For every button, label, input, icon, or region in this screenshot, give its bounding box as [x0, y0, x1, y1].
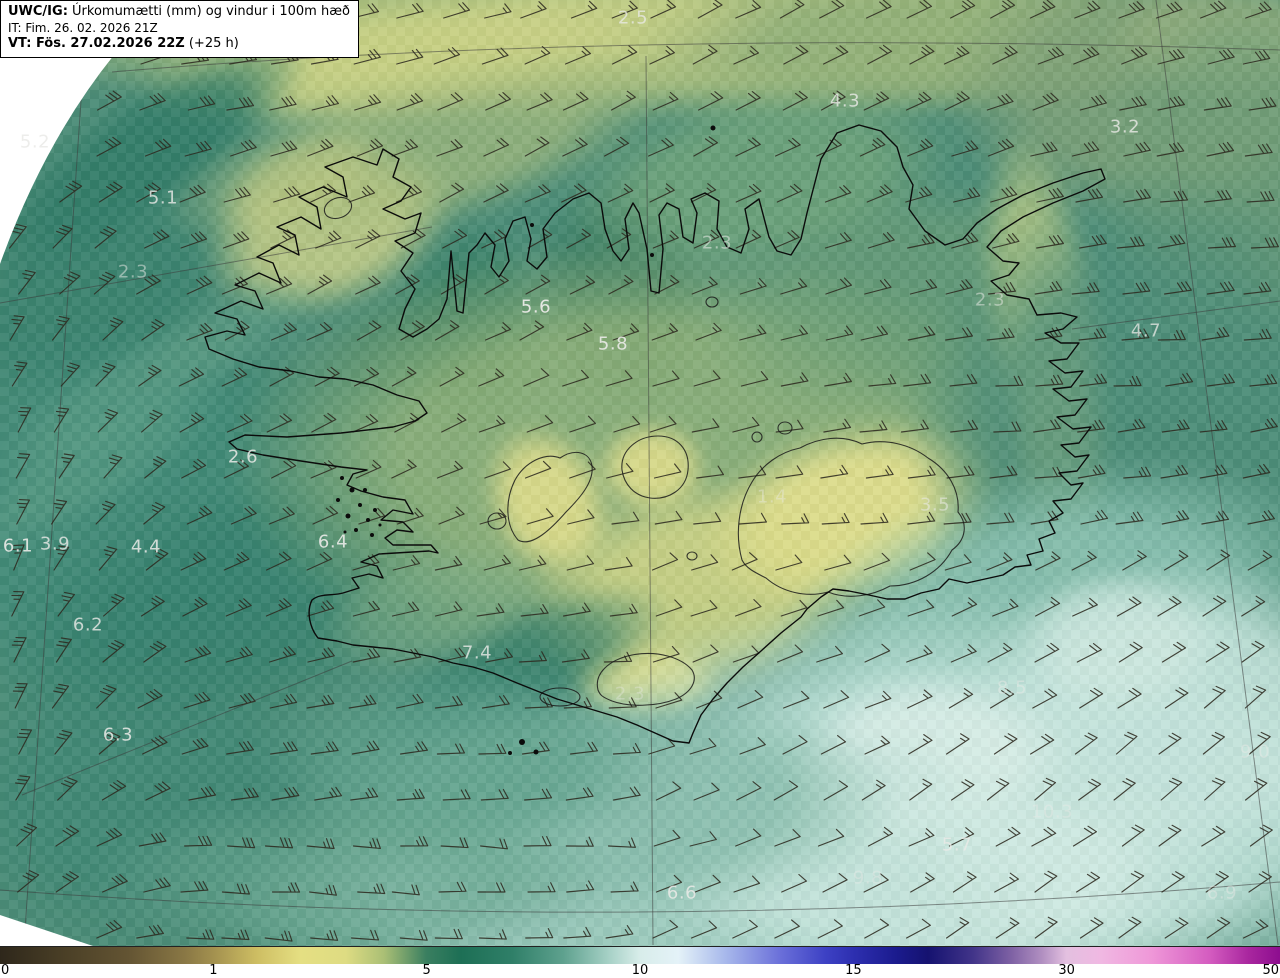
- precip-value-label: 6.9: [1206, 882, 1238, 904]
- glacier-outline: [737, 437, 965, 597]
- island-dot: [533, 749, 539, 755]
- island-dot: [340, 476, 344, 480]
- precip-value-label: 5.6: [520, 296, 552, 318]
- map-title-prefix: UWC/IG:: [8, 4, 68, 19]
- graticule-line: [1071, 300, 1280, 330]
- glacier-outline: [507, 451, 593, 543]
- island-dot: [354, 528, 358, 532]
- island-dot: [345, 513, 351, 519]
- domain-edge-mask: [0, 915, 93, 946]
- graticule-line: [645, 55, 654, 946]
- precip-value-label: 4.7: [1130, 320, 1162, 342]
- island-dot: [363, 488, 367, 492]
- colorbar-tick-label: 5: [422, 963, 431, 978]
- precip-value-label: 1.4: [756, 486, 788, 508]
- colorbar-tick-label: 15: [845, 963, 862, 978]
- island-dot: [373, 508, 377, 512]
- precip-value-label: 6.2: [72, 614, 104, 636]
- valid-time-offset: (+25 h): [184, 36, 239, 52]
- island-dot: [650, 253, 654, 257]
- precip-value-label: 2.6: [227, 446, 259, 468]
- island-dot: [366, 518, 370, 522]
- precip-value-label: 5.7: [941, 834, 973, 856]
- precip-value-label: 5.1: [147, 187, 179, 209]
- valid-time-main: VT: Fös. 27.02.2026 22Z: [8, 36, 185, 52]
- colorbar-tick-label: 1: [209, 963, 218, 978]
- init-time: IT: Fim. 26. 02. 2026 21Z: [8, 20, 158, 35]
- precip-value-label: 2.3: [614, 683, 646, 705]
- precip-value-label: 3.5: [919, 494, 951, 516]
- island-dot: [378, 523, 382, 527]
- precip-value-label: 3.9: [39, 533, 71, 555]
- map-title-text: Úrkomumætti (mm) og vindur i 100m hæð: [67, 4, 350, 19]
- precip-colorbar: [0, 946, 1280, 964]
- colorbar-ticks: 0 1 5 10 15 30 50: [0, 963, 1280, 978]
- precip-value-label: 7.4: [461, 642, 493, 664]
- glacier-outline: [777, 421, 793, 435]
- glacier-outline: [621, 435, 689, 499]
- precip-value-label: 3.2: [1109, 116, 1141, 138]
- island-dot: [519, 739, 525, 745]
- island-dot: [349, 487, 355, 493]
- graticule-line: [0, 226, 433, 304]
- map-overlay: [0, 0, 1280, 946]
- glacier-outline: [705, 296, 719, 308]
- glacier-outline: [686, 551, 698, 561]
- glacier-outline: [751, 431, 763, 443]
- island-dot: [530, 223, 534, 227]
- weather-map: 2.5 4.3 3.2 5.2 5.1 2.3 2.3 2.3 4.7 5.6 5.8 2.6 6.1 3…: [0, 0, 1280, 978]
- glacier-outline: [539, 687, 581, 707]
- precip-value-label: 6.3: [102, 724, 134, 746]
- precip-value-label: 6.4: [317, 531, 349, 553]
- colorbar-tick-label: 50: [1262, 963, 1279, 978]
- island-dot: [336, 498, 340, 502]
- precip-value-label: 9.0: [1239, 741, 1271, 763]
- precip-value-label: 2.3: [117, 261, 149, 283]
- precip-value-label: 9.8: [852, 867, 884, 889]
- precip-value-label: 10.3: [1030, 801, 1074, 823]
- graticule-line: [21, 660, 353, 796]
- precip-value-label: 5.8: [597, 333, 629, 355]
- wind-barbs: [9, 0, 1279, 942]
- precip-value-label: 6.1: [2, 535, 34, 557]
- precip-value-label: 2.3: [974, 289, 1006, 311]
- glacier-outline: [323, 196, 353, 220]
- valid-time: VT: Fös. 27.02.2026 22Z (+25 h): [8, 36, 350, 53]
- map-title: UWC/IG: Úrkomumætti (mm) og vindur i 100…: [8, 4, 350, 21]
- precip-value-label: 4.4: [130, 536, 162, 558]
- precip-value-label: 2.5: [617, 7, 649, 29]
- colorbar-tick-label: 30: [1058, 963, 1075, 978]
- island-dot: [508, 751, 512, 755]
- precip-value-label: 5.2: [19, 131, 51, 153]
- island-dot: [358, 503, 362, 507]
- graticule-line: [0, 881, 1280, 913]
- precip-value-label: 8.5: [996, 677, 1028, 699]
- precip-value-label: 6.6: [666, 882, 698, 904]
- precip-value-label: 4.3: [829, 90, 861, 112]
- colorbar-tick-label: 10: [631, 963, 649, 978]
- precip-value-label: 2.3: [701, 232, 733, 254]
- graticule-line: [23, 55, 85, 946]
- island-dot: [710, 125, 716, 131]
- island-dot: [370, 533, 374, 537]
- info-box: UWC/IG: Úrkomumætti (mm) og vindur i 100…: [0, 0, 359, 59]
- colorbar-tick-label: 0: [1, 963, 10, 978]
